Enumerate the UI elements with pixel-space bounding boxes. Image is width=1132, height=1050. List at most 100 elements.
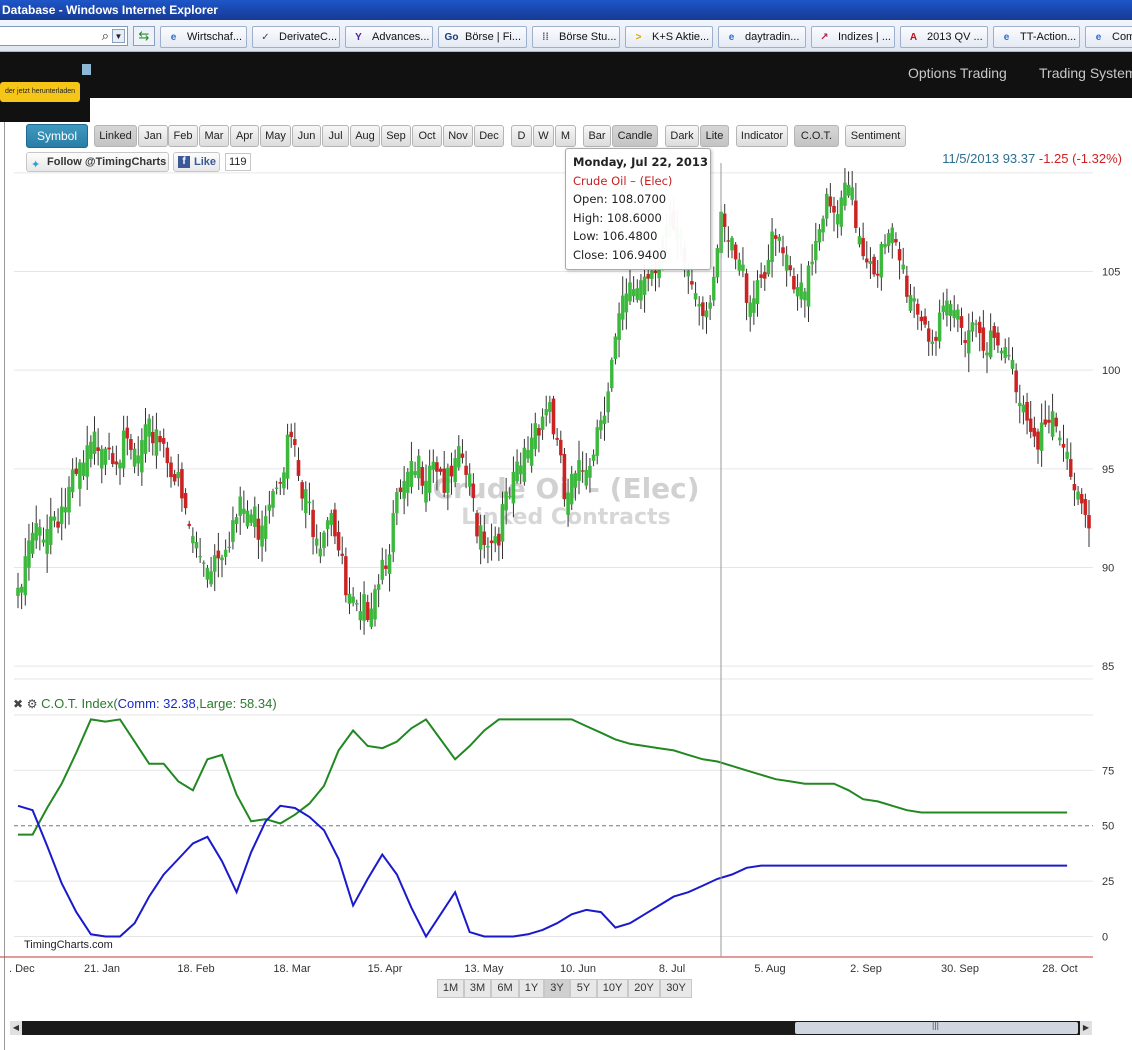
cot-series-large[interactable] (18, 718, 1068, 836)
candle-body[interactable] (941, 305, 946, 313)
candle-body[interactable] (934, 336, 938, 341)
candle-body[interactable] (118, 462, 122, 469)
candle-body[interactable] (325, 520, 330, 530)
contract-button-dec[interactable]: Dec (474, 125, 504, 147)
candle-body[interactable] (835, 214, 840, 225)
candle-body[interactable] (1007, 355, 1011, 357)
candle-body[interactable] (234, 517, 239, 524)
candle-body[interactable] (832, 205, 836, 213)
candle-body[interactable] (438, 468, 443, 472)
candle-body[interactable] (114, 461, 119, 465)
candle-body[interactable] (307, 501, 312, 504)
candle-body[interactable] (89, 441, 93, 459)
range-button-1y[interactable]: 1Y (519, 979, 544, 998)
candle-body[interactable] (977, 321, 982, 334)
candle-body[interactable] (129, 438, 133, 450)
candle-body[interactable] (919, 316, 924, 322)
candle-body[interactable] (763, 272, 767, 279)
bar-style-button[interactable]: Bar (583, 125, 611, 147)
candle-body[interactable] (814, 241, 818, 261)
candle-body[interactable] (792, 276, 796, 290)
candle-body[interactable] (1072, 484, 1077, 491)
candle-body[interactable] (304, 489, 308, 514)
close-icon[interactable] (82, 64, 91, 75)
candle-body[interactable] (67, 486, 71, 513)
candle-body[interactable] (843, 182, 847, 206)
candle-body[interactable] (1065, 451, 1069, 459)
candle-body[interactable] (580, 470, 585, 472)
candle-body[interactable] (202, 562, 206, 564)
candle-body[interactable] (617, 313, 621, 341)
candle-body[interactable] (555, 437, 559, 440)
candle-body[interactable] (147, 418, 151, 437)
candle-body[interactable] (227, 546, 232, 549)
refresh-icon[interactable]: ⇆ (133, 26, 155, 46)
contract-button-nov[interactable]: Nov (443, 125, 473, 147)
candle-body[interactable] (945, 300, 949, 316)
candle-body[interactable] (449, 465, 454, 477)
candle-body[interactable] (475, 513, 479, 537)
candle-body[interactable] (59, 506, 64, 524)
candle-body[interactable] (1021, 404, 1026, 413)
candle-body[interactable] (52, 516, 57, 521)
candle-body[interactable] (562, 453, 567, 500)
candle-body[interactable] (777, 236, 782, 241)
candle-body[interactable] (420, 466, 425, 486)
download-button[interactable]: der jetzt herunterladen (0, 82, 80, 102)
candle-body[interactable] (260, 525, 264, 547)
candle-body[interactable] (970, 322, 975, 332)
candle-body[interactable] (846, 184, 851, 196)
candle-body[interactable] (926, 328, 931, 342)
range-button-30y[interactable]: 30Y (660, 979, 692, 998)
candle-body[interactable] (511, 471, 516, 504)
candle-body[interactable] (701, 302, 705, 317)
candle-body[interactable] (722, 213, 727, 227)
candle-body[interactable] (824, 193, 829, 219)
candle-body[interactable] (194, 542, 199, 549)
indicator-button[interactable]: Indicator (736, 125, 788, 147)
candle-body[interactable] (599, 420, 603, 431)
candle-body[interactable] (504, 491, 508, 511)
candle-body[interactable] (905, 275, 909, 297)
candle-body[interactable] (708, 302, 712, 309)
range-button-3y[interactable]: 3Y (544, 979, 570, 998)
price-chart[interactable]: 859095100105Crude Oil - (Elec)Linked Con… (0, 150, 1132, 980)
candle-body[interactable] (854, 200, 858, 228)
candle-body[interactable] (533, 423, 538, 450)
candle-body[interactable] (464, 465, 468, 475)
browser-tab[interactable]: A 2013 QV ... (900, 26, 988, 48)
candle-body[interactable] (624, 293, 629, 313)
candle-body[interactable] (143, 424, 148, 454)
candle-body[interactable] (653, 270, 658, 274)
contract-button-feb[interactable]: Feb (168, 125, 198, 147)
candle-body[interactable] (282, 472, 286, 489)
candle-body[interactable] (857, 236, 862, 245)
candle-body[interactable] (602, 415, 607, 424)
candle-body[interactable] (107, 447, 111, 450)
candle-body[interactable] (741, 264, 745, 271)
contract-button-mar[interactable]: Mar (199, 125, 229, 147)
candle-body[interactable] (956, 309, 960, 320)
period-button-w[interactable]: W (533, 125, 554, 147)
candle-body[interactable] (693, 293, 698, 300)
candle-body[interactable] (169, 462, 173, 478)
browser-tab[interactable]: ↗ Indizes | ... (811, 26, 895, 48)
candle-body[interactable] (715, 248, 720, 278)
candle-body[interactable] (409, 460, 414, 487)
candle-body[interactable] (242, 508, 246, 514)
candle-body[interactable] (314, 538, 319, 546)
dropdown-arrow-icon[interactable]: ▼ (112, 29, 125, 43)
candle-body[interactable] (803, 291, 807, 301)
scroll-left-icon[interactable]: ◀ (10, 1021, 22, 1035)
candle-body[interactable] (191, 536, 195, 544)
candle-body[interactable] (402, 480, 406, 499)
candle-body[interactable] (482, 531, 487, 546)
cot-button[interactable]: C.O.T. (794, 125, 839, 147)
candle-body[interactable] (427, 465, 432, 493)
candle-body[interactable] (737, 259, 742, 271)
candle-body[interactable] (865, 258, 869, 263)
candle-body[interactable] (1061, 443, 1066, 448)
remove-indicator-icon[interactable]: ✖ (13, 697, 23, 711)
candle-body[interactable] (799, 282, 803, 300)
candle-body[interactable] (770, 231, 774, 263)
